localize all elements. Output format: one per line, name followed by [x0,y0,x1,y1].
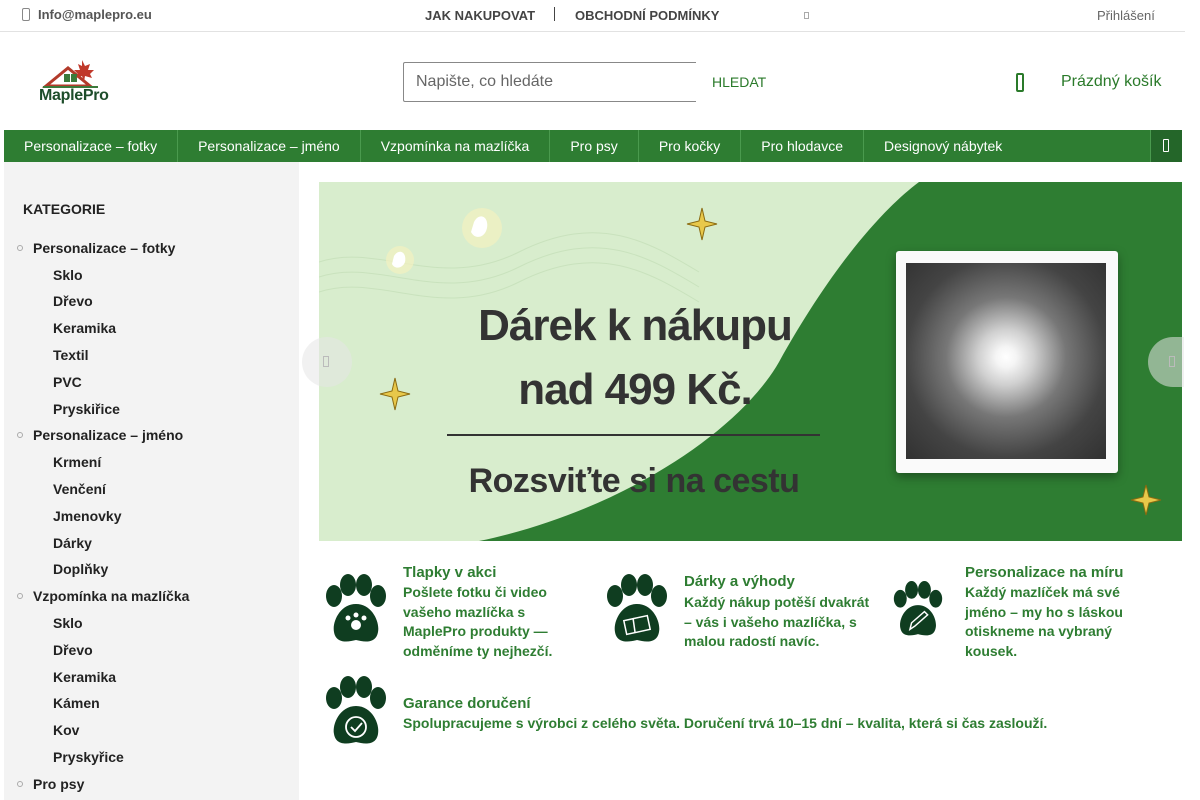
banner-line-2: nad 499 Kč. [518,365,753,414]
feature-title: Tlapky v akci [403,564,497,581]
phone-icon [22,8,30,21]
subcategory-item[interactable]: PVC [53,374,82,390]
promo-banner[interactable]: Dárek k nákupu nad 499 Kč. Rozsviťte si … [319,182,1182,541]
nav-item-pet-memorial[interactable]: Vzpomínka na mazlíčka [361,130,551,162]
banner-headline: Dárek k nákupu nad 499 Kč. [455,294,815,422]
logo-text: MaplePro [39,87,109,104]
subcategory-item[interactable]: Keramika [53,669,116,685]
paw-pencil-icon [893,581,943,636]
feature-description: Každý mazlíček má své jméno – my ho s lá… [965,584,1123,659]
search-button[interactable]: HLEDAT [696,62,782,102]
subcategory-item[interactable]: Keramika [53,320,116,336]
sidebar-heading: KATEGORIE [23,201,106,217]
paw-icon [326,574,386,642]
subcategory-item[interactable]: Dárky [53,535,92,551]
top-bar: Info@maplepro.eu JAK NAKUPOVAT OBCHODNÍ … [0,0,1185,32]
banner-divider [447,434,820,436]
subcategory-item[interactable]: Textil [53,347,89,363]
logo[interactable]: MaplePro [38,56,118,106]
dropdown-icon[interactable] [804,12,809,19]
subcategory-item[interactable]: Sklo [53,267,83,283]
nav-more-button[interactable] [1150,130,1182,162]
feature-title: Personalizace na míru [965,564,1124,581]
chevron-right-icon [1169,356,1175,367]
how-to-buy-link[interactable]: JAK NAKUPOVAT [425,8,535,23]
login-link[interactable]: Přihlášení [1097,8,1155,23]
cart-icon[interactable] [1016,73,1024,92]
contact-email-text: Info@maplepro.eu [38,7,152,22]
feature-title: Garance doručení [403,695,531,712]
category-dogs[interactable]: Pro psy [16,776,84,792]
feature-title: Dárky a výhody [684,573,795,590]
search-input[interactable] [403,62,696,102]
main-nav: Personalizace – fotky Personalizace – jm… [4,130,1182,162]
nav-item-dogs[interactable]: Pro psy [550,130,639,162]
cart-label[interactable]: Prázdný košík [1061,73,1161,91]
carousel-prev-button[interactable] [302,337,352,387]
nav-item-name-personalization[interactable]: Personalizace – jméno [178,130,361,162]
subcategory-item[interactable]: Krmení [53,454,101,470]
banner-line-1: Dárek k nákupu [478,301,793,350]
paw-badge-icon [326,676,386,744]
category-pet-memorial[interactable]: Vzpomínka na mazlíčka [16,588,189,604]
terms-link[interactable]: OBCHODNÍ PODMÍNKY [575,8,719,23]
product-frame [896,251,1118,473]
subcategory-item[interactable]: Sklo [53,615,83,631]
menu-icon [1163,139,1169,152]
feature-description: Každý nákup potěší dvakrát – vás i vašeh… [684,594,870,649]
subcategory-item[interactable]: Kámen [53,695,100,711]
feature-description: Spolupracujeme s výrobci z celého světa.… [403,715,1048,731]
subcategory-item[interactable]: Kov [53,722,79,738]
subcategory-item[interactable]: Jmenovky [53,508,121,524]
subcategory-item[interactable]: Doplňky [53,561,108,577]
subcategory-item[interactable]: Venčení [53,481,106,497]
subcategory-item[interactable]: Dřevo [53,642,93,658]
subcategory-item[interactable]: Pryskiřice [53,401,120,417]
category-name-personalization[interactable]: Personalizace – jméno [16,427,183,443]
topbar-divider [554,7,555,21]
banner-subheadline: Rozsviťte si na cestu [468,462,800,500]
nav-item-design-furniture[interactable]: Designový nábytek [864,130,1022,162]
chevron-left-icon [323,356,329,367]
glowing-hands-image [906,263,1106,459]
subcategory-item[interactable]: Dřevo [53,293,93,309]
nav-item-cats[interactable]: Pro kočky [639,130,742,162]
nav-item-photo-personalization[interactable]: Personalizace – fotky [4,130,179,162]
feature-description: Pošlete fotku či video vašeho mazlíčka s… [403,584,553,659]
subcategory-item[interactable]: Pryskyřice [53,749,124,765]
category-sidebar: KATEGORIE Personalizace – fotky Sklo Dře… [4,162,299,800]
maple-house-logo-icon [41,60,98,88]
nav-item-rodents[interactable]: Pro hlodavce [741,130,864,162]
paw-gift-icon [607,574,667,642]
category-photo-personalization[interactable]: Personalizace – fotky [16,240,175,256]
contact-email[interactable]: Info@maplepro.eu [22,7,152,22]
